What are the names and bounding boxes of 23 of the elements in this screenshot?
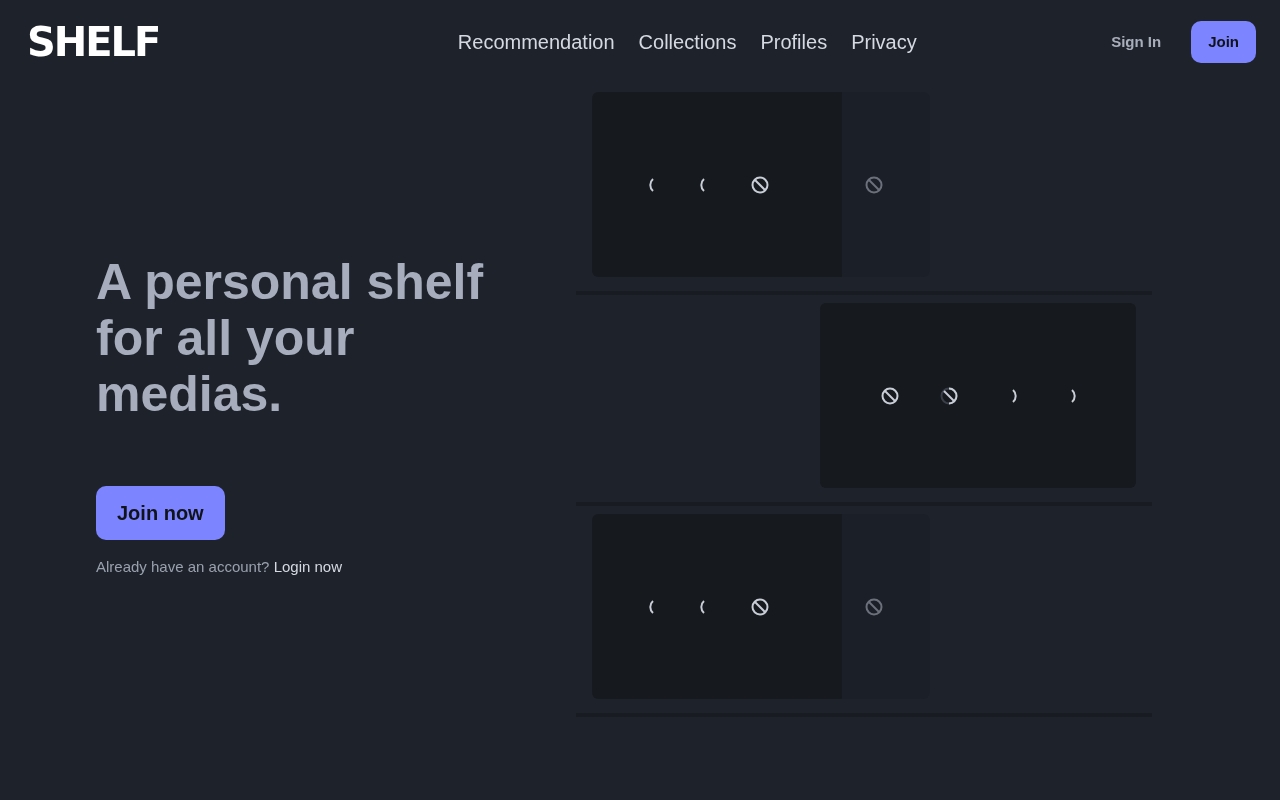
loading-icon [1070,388,1076,403]
join-now-button[interactable]: Join now [96,485,225,540]
join-button[interactable]: Join [1191,20,1256,64]
loading-icon [699,599,705,614]
nav-link[interactable]: Recommendation [457,27,615,57]
nav-link[interactable]: Collections [638,27,737,57]
no-image-icon [750,175,769,194]
loading-icon [1011,388,1017,403]
login-prompt: Already have an account? [96,557,270,575]
hero-heading: A personal shelf for all your medias. [96,253,485,422]
nav-link[interactable]: Privacy [851,27,917,57]
loading-icon [648,177,654,192]
loading-icon [939,386,958,405]
no-image-icon [865,175,884,194]
nav-link[interactable]: Profiles [760,27,828,57]
sign-in-button[interactable]: Sign In [1105,29,1168,55]
loading-icon [648,599,654,614]
no-image-icon [750,597,769,616]
logo[interactable]: SHELF [27,22,160,62]
login-link[interactable]: Login now [273,557,342,575]
no-image-icon [880,386,899,405]
loading-icon [699,177,705,192]
no-image-icon [865,597,884,616]
